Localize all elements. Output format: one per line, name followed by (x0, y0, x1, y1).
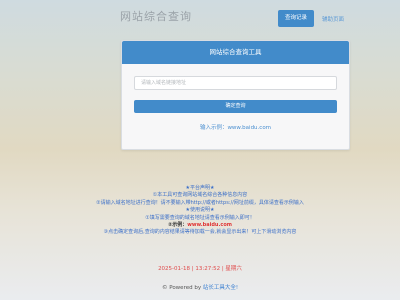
current-datetime: 2025-01-18 | 13:27:52 | 星期六 (158, 266, 242, 272)
notice-example-url: www.baidu.com (187, 222, 232, 229)
domain-url-input[interactable] (134, 76, 337, 90)
help-page-link[interactable]: 辅助页面 (322, 15, 344, 23)
footer-brand-link[interactable]: 站长工具大全! (203, 285, 238, 291)
notice-section: ★平台声明★ ①本工具可查询网站域名综合各种信息内容 ②请输入域名地址进行查询！… (0, 185, 400, 237)
site-title: 网站综合查询 (120, 10, 192, 23)
footer: © Powered by 站长工具大全! (0, 283, 400, 291)
notice-example-prefix: ②示例： (168, 222, 188, 229)
notice-line: ①本工具可查询网站域名综合各种信息内容 (152, 192, 248, 199)
input-example: 输入示例：www.baidu.com (199, 125, 272, 131)
notice-line: ①填写需要查询的域名地址请查看示例输入即可！ (145, 214, 255, 221)
notice-line: ③点击确定查询后,查询的内容结果请等待加载一会,就会显示出来！可上下滑动浏览内容 (103, 229, 297, 236)
footer-powered-by: © Powered by (161, 285, 203, 291)
notice-heading-usage: ★使用说明★ (185, 207, 215, 214)
top-bar: 网站综合查询 查询记录 辅助页面 (0, 0, 400, 38)
query-history-button[interactable]: 查询记录 (278, 10, 314, 27)
submit-query-button[interactable]: 确定查询 (134, 100, 337, 113)
card-title: 网站综合查询工具 (122, 41, 349, 64)
query-card: 网站综合查询工具 确定查询 输入示例：www.baidu.com (121, 40, 350, 150)
